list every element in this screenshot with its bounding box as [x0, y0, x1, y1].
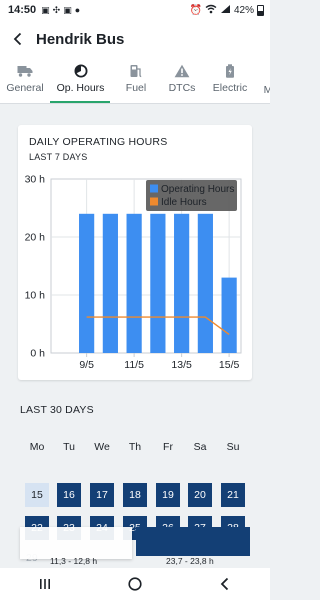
x-tick-label: 15/5	[219, 359, 240, 371]
tab-dtcs[interactable]: DTCs	[165, 58, 199, 103]
notification-icon: ▣	[63, 4, 72, 15]
battery-icon	[226, 64, 234, 78]
bar	[79, 213, 95, 353]
tab-label: Op. Hours	[56, 82, 105, 94]
tab-label: General	[6, 82, 44, 94]
recent-apps-icon	[40, 579, 50, 589]
page-title: Hendrik Bus	[36, 30, 125, 48]
y-tick-label: 10 h	[25, 290, 46, 302]
warning-icon	[174, 64, 190, 78]
bar	[221, 277, 237, 353]
calendar-day[interactable]: 20	[188, 483, 212, 507]
battery-icon	[257, 4, 264, 16]
tab-label: Fuel	[125, 82, 147, 94]
tab-op-hours[interactable]: Op. Hours	[53, 58, 108, 103]
calendar-day[interactable]: 17	[90, 483, 114, 507]
legend-swatch	[150, 197, 158, 206]
active-tab-indicator	[50, 101, 110, 103]
weekday-label: Th	[128, 441, 142, 453]
signal-icon	[220, 4, 231, 17]
chevron-left-icon	[13, 32, 22, 46]
calendar-day[interactable]: 16	[57, 483, 81, 507]
home-icon	[128, 577, 142, 591]
weekday-label: Sa	[193, 441, 207, 453]
bar	[174, 213, 190, 353]
y-tick-label: 20 h	[25, 232, 46, 244]
x-tick-label: 11/5	[124, 359, 144, 371]
bar	[197, 213, 213, 353]
calendar-day[interactable]: 21	[221, 483, 245, 507]
range-tooltip	[136, 527, 250, 556]
back-button[interactable]	[0, 20, 36, 58]
x-tick-label: 13/5	[171, 359, 192, 371]
home-button[interactable]	[115, 568, 155, 600]
daily-hours-card: DAILY OPERATING HOURS LAST 7 DAYS 0 h 10 …	[18, 125, 252, 380]
tab-fuel[interactable]: Fuel	[121, 58, 151, 103]
x-tick-label: 9/5	[79, 359, 94, 371]
back-nav-button[interactable]	[205, 568, 245, 600]
legend-label: Idle Hours	[161, 197, 207, 208]
status-right: ⏰ 42%	[190, 4, 264, 17]
tooltip-range: 23,7 - 23,8 h	[166, 556, 214, 566]
fuel-icon	[130, 65, 142, 78]
calendar-day[interactable]: 15	[25, 483, 49, 507]
bar	[150, 213, 166, 353]
legend-swatch	[150, 184, 158, 193]
tab-general[interactable]: General	[5, 58, 45, 103]
battery-percent: 42%	[233, 4, 254, 16]
weekday-label: Tu	[63, 441, 75, 453]
tab-label: M	[264, 84, 270, 96]
notification-icon: ▣	[41, 4, 50, 15]
system-nav-bar	[0, 568, 270, 600]
tab-label: DTCs	[168, 82, 196, 94]
bar	[102, 213, 118, 353]
app-bar: Hendrik Bus	[0, 20, 270, 58]
calendar-title: LAST 30 DAYS	[20, 404, 94, 416]
weekday-label: Su	[226, 441, 240, 453]
y-tick-label: 0 h	[30, 348, 45, 360]
weekday-label: Fr	[163, 441, 173, 453]
tab-label: Electric	[212, 82, 248, 94]
wifi-icon	[205, 4, 217, 17]
clock-icon	[74, 64, 87, 78]
chevron-left-icon	[220, 577, 229, 591]
calendar-day[interactable]: 18	[123, 483, 147, 507]
alarm-icon: ⏰	[189, 4, 202, 16]
y-tick-label: 30 h	[25, 174, 46, 186]
status-time: 14:50	[8, 4, 37, 16]
weekday-label: We	[94, 441, 110, 453]
bar	[126, 213, 142, 353]
status-bar: 14:50 ▣ ✣ ▣ ● ⏰ 42%	[0, 0, 270, 20]
notification-icon: ✣	[52, 4, 61, 15]
tooltip-range: 11,3 - 12,8 h	[50, 556, 98, 566]
weekday-label: Mo	[29, 441, 45, 453]
tab-electric[interactable]: Electric	[211, 58, 249, 103]
truck-icon	[17, 66, 33, 77]
tab-bar: General Op. Hours Fuel DTCs Electric M	[0, 58, 270, 104]
legend-label: Operating Hours	[161, 184, 234, 195]
operating-hours-chart[interactable]: 0 h 10 h 20 h 30 h 9/5 11/5 13/5 15/5 Operating …	[18, 125, 252, 380]
tab-more[interactable]: M	[261, 58, 270, 103]
range-tooltip: 11,3 - 12,8 h	[20, 527, 132, 566]
calendar-day[interactable]: 19	[156, 483, 180, 507]
notification-dot-icon: ●	[74, 5, 81, 15]
recent-apps-button[interactable]	[25, 568, 65, 600]
